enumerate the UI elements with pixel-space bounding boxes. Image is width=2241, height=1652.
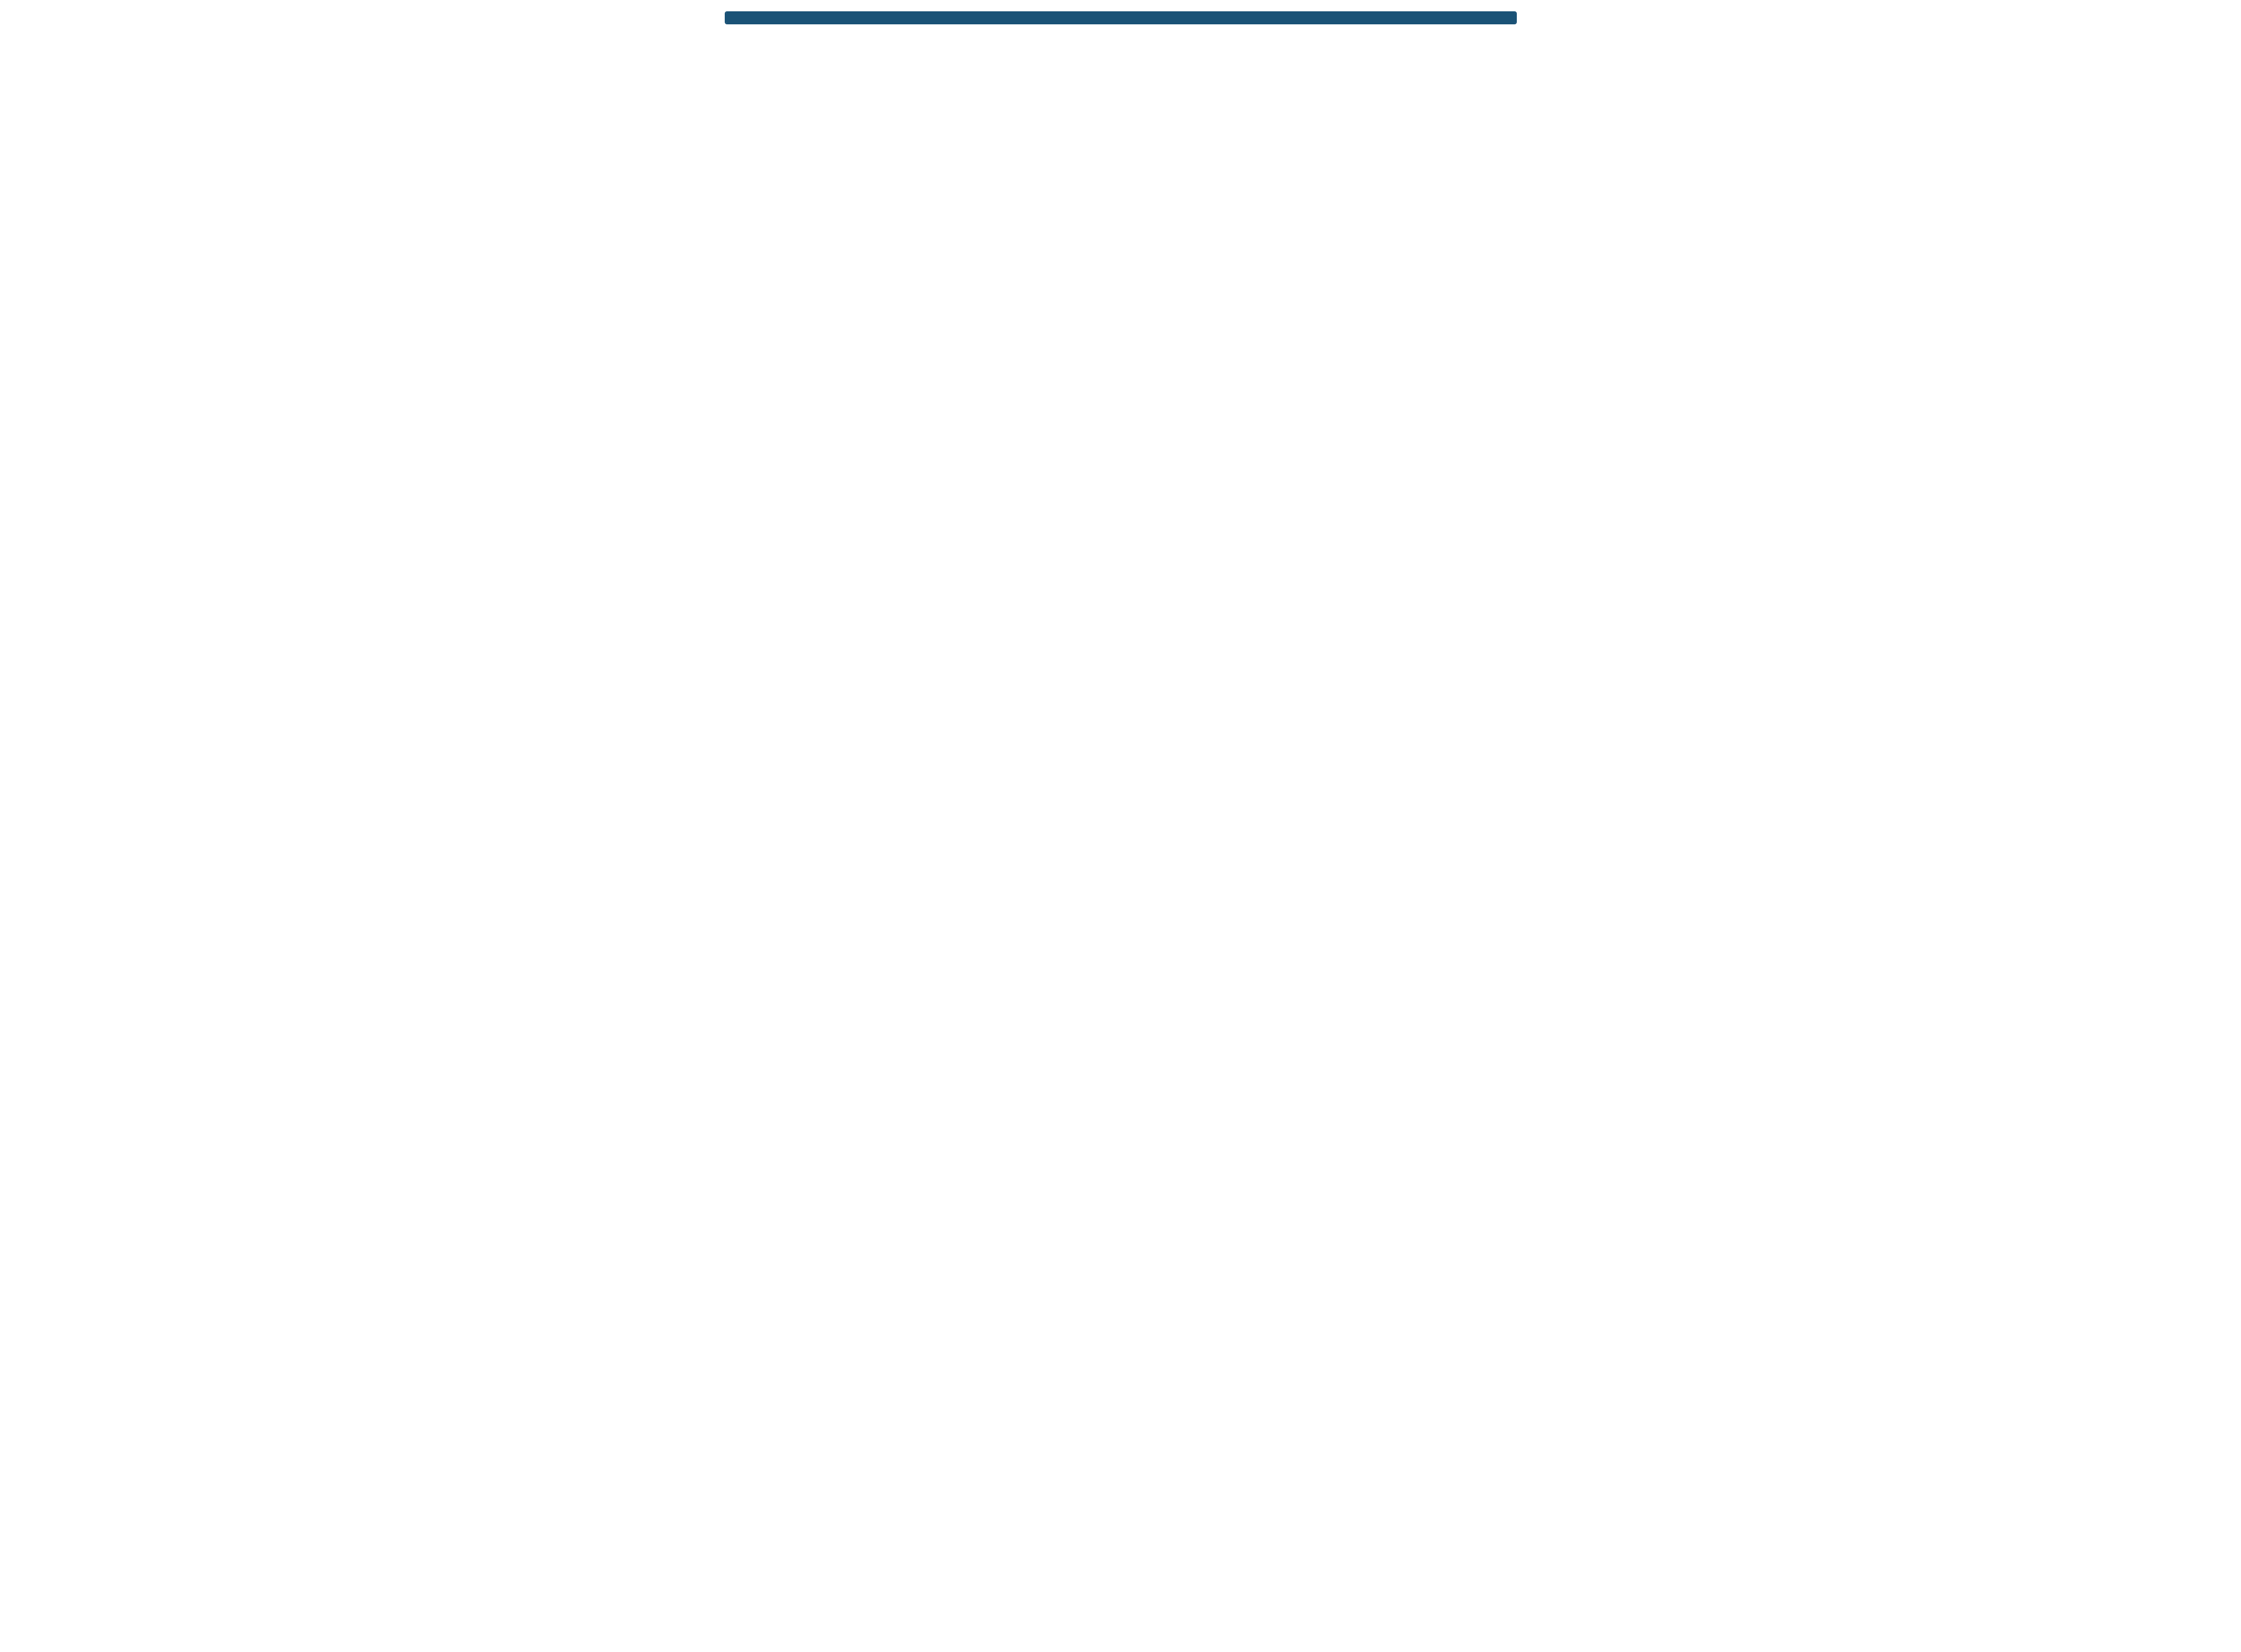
chart-wrapper: Stages of a Customer's Journey Discovery…	[725, 11, 1517, 24]
chart-title: Stages of a Customer's Journey	[726, 12, 1516, 24]
